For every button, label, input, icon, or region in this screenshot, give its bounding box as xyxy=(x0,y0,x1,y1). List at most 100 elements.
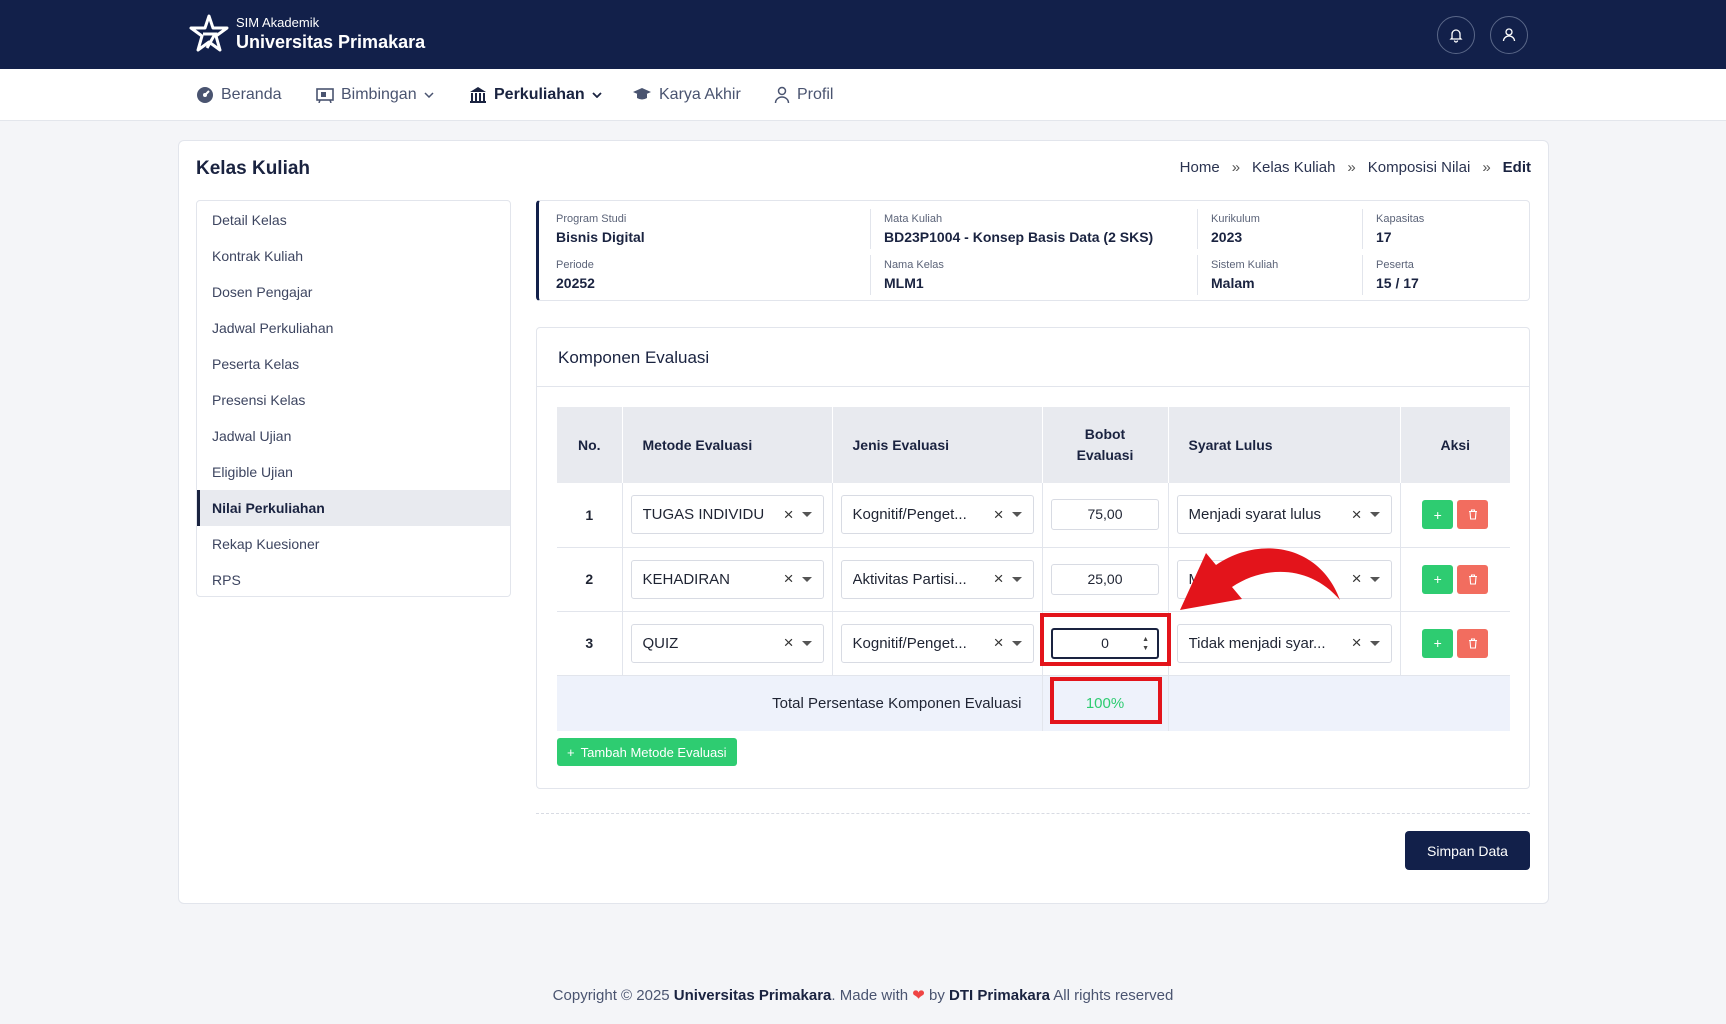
table-row: 2 KEHADIRAN × Aktivitas Partisi... × 25,00… xyxy=(557,547,1510,612)
sidebar-item-detail-kelas[interactable]: Detail Kelas xyxy=(197,202,510,238)
clear-icon[interactable]: × xyxy=(1352,505,1362,525)
sidebar-item-peserta-kelas[interactable]: Peserta Kelas xyxy=(197,346,510,382)
info-label: Sistem Kuliah xyxy=(1211,259,1279,271)
breadcrumb-kelas-kuliah[interactable]: Kelas Kuliah xyxy=(1252,159,1335,176)
add-row-button[interactable]: + xyxy=(1422,628,1454,658)
clear-icon[interactable]: × xyxy=(1352,633,1362,653)
info-label: Peserta xyxy=(1376,259,1414,271)
user-icon xyxy=(774,86,790,104)
caret-down-icon[interactable] xyxy=(1369,512,1380,518)
add-evaluation-method-button[interactable]: + Tambah Metode Evaluasi xyxy=(557,738,737,766)
sidebar-item-jadwal-perkuliahan[interactable]: Jadwal Perkuliahan xyxy=(197,310,510,346)
highlight-box-bobot-input xyxy=(1040,613,1171,666)
class-sidebar: Detail Kelas Kontrak Kuliah Dosen Pengaj… xyxy=(196,200,511,597)
caret-down-icon[interactable] xyxy=(1011,576,1022,582)
select-value: KEHADIRAN xyxy=(642,570,731,588)
breadcrumb-edit: Edit xyxy=(1502,159,1531,176)
divider xyxy=(1362,209,1363,249)
info-periode: Periode 20252 xyxy=(556,259,595,291)
bobot-input[interactable]: 75,00 xyxy=(1051,499,1159,531)
clear-icon[interactable]: × xyxy=(994,569,1004,589)
clear-icon[interactable]: × xyxy=(994,505,1004,525)
caret-down-icon[interactable] xyxy=(801,640,812,646)
board-icon xyxy=(316,88,334,103)
building-icon xyxy=(470,87,486,103)
table-row: 1 TUGAS INDIVIDU × Kognitif/Penget... × 75… xyxy=(557,483,1510,548)
sidebar-item-kontrak-kuliah[interactable]: Kontrak Kuliah xyxy=(197,238,510,274)
caret-down-icon[interactable] xyxy=(1369,576,1380,582)
bobot-input[interactable]: 25,00 xyxy=(1051,563,1159,595)
bell-icon xyxy=(1449,29,1463,43)
nav-beranda[interactable]: Beranda xyxy=(196,69,282,121)
info-value: 2023 xyxy=(1211,229,1243,245)
breadcrumb-komposisi-nilai[interactable]: Komposisi Nilai xyxy=(1368,159,1471,176)
sidebar-item-dosen-pengajar[interactable]: Dosen Pengajar xyxy=(197,274,510,310)
metode-select[interactable]: TUGAS INDIVIDU × xyxy=(630,495,824,535)
jenis-select[interactable]: Kognitif/Penget... × xyxy=(840,623,1034,663)
notification-button[interactable] xyxy=(1437,16,1475,54)
main-nav: Beranda Bimbingan Perkuliahan Karya Akhi… xyxy=(0,69,1726,121)
sidebar-item-eligible-ujian[interactable]: Eligible Ujian xyxy=(197,454,510,490)
sidebar-item-rekap-kuesioner[interactable]: Rekap Kuesioner xyxy=(197,526,510,562)
sidebar-item-nilai-perkuliahan[interactable]: Nilai Perkuliahan xyxy=(197,490,510,526)
sidebar-item-presensi-kelas[interactable]: Presensi Kelas xyxy=(197,382,510,418)
total-filler xyxy=(1168,675,1510,731)
user-icon xyxy=(1502,28,1516,42)
caret-down-icon[interactable] xyxy=(801,512,812,518)
jenis-select[interactable]: Aktivitas Partisi... × xyxy=(840,559,1034,599)
clear-icon[interactable]: × xyxy=(784,633,794,653)
nav-profil-label: Profil xyxy=(797,86,834,103)
info-sistem-kuliah: Sistem Kuliah Malam xyxy=(1211,259,1278,291)
metode-select[interactable]: QUIZ × xyxy=(630,623,824,663)
syarat-select[interactable]: Menjadi syarat lulus × xyxy=(1176,495,1392,535)
select-value: Kognitif/Penget... xyxy=(852,506,967,524)
metode-select[interactable]: KEHADIRAN × xyxy=(630,559,824,599)
delete-row-button[interactable] xyxy=(1457,564,1489,594)
nav-profil[interactable]: Profil xyxy=(774,69,833,121)
caret-down-icon[interactable] xyxy=(1011,640,1022,646)
account-button[interactable] xyxy=(1490,16,1528,54)
nav-bimbingan[interactable]: Bimbingan xyxy=(316,69,434,121)
delete-row-button[interactable] xyxy=(1457,628,1489,658)
info-value: 15 / 17 xyxy=(1376,275,1419,291)
add-row-button[interactable]: + xyxy=(1422,500,1454,530)
info-label: Program Studi xyxy=(556,213,627,225)
nav-perkuliahan[interactable]: Perkuliahan xyxy=(469,69,602,121)
caret-down-icon[interactable] xyxy=(1369,640,1380,646)
caret-down-icon[interactable] xyxy=(1011,512,1022,518)
select-value: TUGAS INDIVIDU xyxy=(642,506,765,524)
caret-down-icon[interactable] xyxy=(801,576,812,582)
info-program-studi: Program Studi Bisnis Digital xyxy=(556,213,645,245)
sidebar-item-rps[interactable]: RPS xyxy=(197,562,510,598)
col-bobot-line1: Bobot xyxy=(1084,426,1126,442)
clear-icon[interactable]: × xyxy=(994,633,1004,653)
nav-karya-akhir[interactable]: Karya Akhir xyxy=(632,69,741,121)
divider xyxy=(1197,255,1198,295)
col-jenis: Jenis Evaluasi xyxy=(832,407,1043,483)
col-bobot: Bobot Evaluasi xyxy=(1042,407,1169,483)
save-button[interactable]: Simpan Data xyxy=(1405,831,1530,870)
plus-icon: + xyxy=(567,744,575,760)
delete-row-button[interactable] xyxy=(1457,500,1489,530)
divider xyxy=(536,813,1530,814)
annotation-arrow-icon xyxy=(1180,548,1340,610)
primakara-logo[interactable] xyxy=(189,14,229,54)
col-no: No. xyxy=(557,407,623,483)
jenis-select[interactable]: Kognitif/Penget... × xyxy=(840,495,1034,535)
info-kapasitas: Kapasitas 17 xyxy=(1376,213,1424,245)
clear-icon[interactable]: × xyxy=(784,569,794,589)
clear-icon[interactable]: × xyxy=(784,505,794,525)
footer-org: Universitas Primakara xyxy=(673,987,832,1004)
info-label: Kapasitas xyxy=(1376,213,1425,225)
sidebar-item-jadwal-ujian[interactable]: Jadwal Ujian xyxy=(197,418,510,454)
top-bar: SIM Akademik Universitas Primakara xyxy=(0,0,1726,69)
add-row-button[interactable]: + xyxy=(1422,564,1454,594)
info-value: 17 xyxy=(1376,229,1392,245)
info-value: Bisnis Digital xyxy=(556,229,645,245)
col-metode: Metode Evaluasi xyxy=(622,407,833,483)
clear-icon[interactable]: × xyxy=(1352,569,1362,589)
info-kurikulum: Kurikulum 2023 xyxy=(1211,213,1260,245)
breadcrumb-home[interactable]: Home xyxy=(1180,159,1220,176)
info-label: Periode xyxy=(556,259,594,271)
nav-bimbingan-label: Bimbingan xyxy=(341,86,417,103)
